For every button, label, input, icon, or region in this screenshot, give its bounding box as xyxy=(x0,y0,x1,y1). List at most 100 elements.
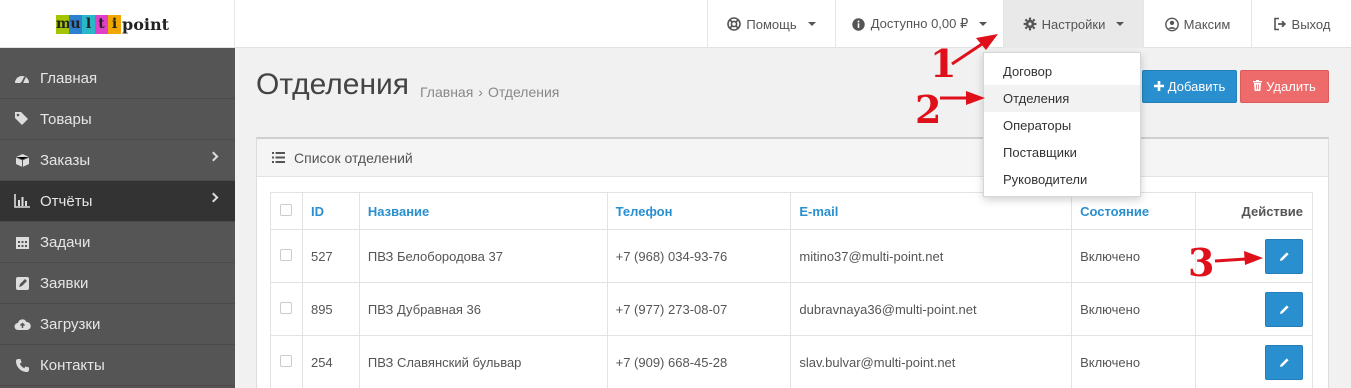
user-name: Максим xyxy=(1183,16,1231,32)
sidebar-item-reports[interactable]: Отчёты xyxy=(0,181,235,222)
help-menu[interactable]: Помощь xyxy=(707,0,835,48)
logo-area[interactable]: m u l t i point xyxy=(0,0,235,48)
top-navbar: m u l t i point Помощь Доступно 0,00 ₽ Н… xyxy=(0,0,1351,48)
column-header-phone[interactable]: Телефон xyxy=(606,192,792,230)
info-icon xyxy=(852,17,866,31)
table-header-row: ID Название Телефон E-mail Состояние Дей… xyxy=(270,192,1313,230)
breadcrumb-home-link[interactable]: Главная xyxy=(420,84,473,100)
cell-status: Включено xyxy=(1071,229,1196,283)
menu-item-branches[interactable]: Отделения xyxy=(984,85,1140,112)
logo-letter: u xyxy=(69,15,82,34)
phone-icon xyxy=(13,357,31,373)
chevron-down-icon xyxy=(807,22,816,26)
plus-icon xyxy=(1153,79,1164,94)
sidebar-item-label: Задачи xyxy=(40,233,91,251)
balance-menu[interactable]: Доступно 0,00 ₽ xyxy=(835,0,1003,48)
sidebar-item-home[interactable]: Главная xyxy=(0,58,235,99)
annotation-number-1: 1 xyxy=(930,41,957,86)
sidebar-item-orders[interactable]: Заказы xyxy=(0,140,235,181)
sidebar-item-products[interactable]: Товары xyxy=(0,99,235,140)
calendar-icon xyxy=(13,234,31,250)
menu-item-operators[interactable]: Операторы xyxy=(984,112,1140,139)
logout-button[interactable]: Выход xyxy=(1251,0,1351,48)
cell-email: dubravnaya36@multi-point.net xyxy=(790,282,1073,336)
column-header-email[interactable]: E-mail xyxy=(790,192,1073,230)
row-checkbox[interactable] xyxy=(280,248,292,261)
cell-phone: +7 (909) 668-45-28 xyxy=(606,335,792,388)
cell-phone: +7 (977) 273-08-07 xyxy=(606,282,792,336)
chevron-down-icon xyxy=(979,22,988,26)
cell-name: ПВЗ Дубравная 36 xyxy=(358,282,608,336)
cell-action xyxy=(1195,282,1313,336)
delete-button[interactable]: Удалить xyxy=(1240,70,1329,103)
cell-email: slav.bulvar@multi-point.net xyxy=(790,335,1073,388)
sidebar-top-gap xyxy=(0,48,235,58)
sidebar-item-label: Главная xyxy=(40,69,98,87)
chevron-right-icon xyxy=(208,192,219,203)
cell-phone: +7 (968) 034-93-76 xyxy=(606,229,792,283)
cell-status: Включено xyxy=(1071,282,1196,336)
column-header-action: Действие xyxy=(1195,192,1313,230)
dashboard-icon xyxy=(13,70,31,86)
trash-icon xyxy=(1253,79,1263,94)
cell-name: ПВЗ Белобородова 37 xyxy=(358,229,608,283)
sidebar-item-label: Заявки xyxy=(40,274,89,292)
breadcrumb: Главная › Отделения xyxy=(420,84,559,100)
logout-label: Выход xyxy=(1291,16,1331,32)
sidebar-item-label: Отчёты xyxy=(40,192,93,210)
gear-icon xyxy=(1023,17,1037,31)
column-header-status[interactable]: Состояние xyxy=(1071,192,1196,230)
sidebar-item-requests[interactable]: Заявки xyxy=(0,263,235,304)
sidebar-item-label: Товары xyxy=(40,110,92,128)
table-row: 527 ПВЗ Белобородова 37 +7 (968) 034-93-… xyxy=(270,229,1313,283)
cell-status: Включено xyxy=(1071,335,1196,388)
sidebar-item-tasks[interactable]: Задачи xyxy=(0,222,235,263)
branches-table: ID Название Телефон E-mail Состояние Дей… xyxy=(270,192,1313,388)
row-checkbox[interactable] xyxy=(280,301,292,314)
pencil-icon xyxy=(1279,251,1289,261)
edit-button[interactable] xyxy=(1265,238,1303,274)
page-title: Отделения xyxy=(256,68,410,101)
settings-menu[interactable]: Настройки xyxy=(1003,0,1143,48)
sidebar-item-contacts[interactable]: Контакты xyxy=(0,345,235,386)
logo[interactable]: m u l t i point xyxy=(56,14,169,34)
row-checkbox-cell xyxy=(270,335,303,388)
logo-letter: m xyxy=(56,15,71,34)
add-button[interactable]: Добавить xyxy=(1142,70,1237,103)
list-icon xyxy=(272,150,285,166)
user-menu[interactable]: Максим xyxy=(1143,0,1251,48)
pencil-icon xyxy=(1279,304,1289,314)
annotation-number-3: 3 xyxy=(1188,240,1215,285)
cell-id: 895 xyxy=(301,282,360,336)
annotation-number-2: 2 xyxy=(915,87,942,132)
panel-header: Список отделений xyxy=(257,139,1328,177)
column-header-name[interactable]: Название xyxy=(358,192,608,230)
sidebar-item-uploads[interactable]: Загрузки xyxy=(0,304,235,345)
select-all-checkbox[interactable] xyxy=(280,203,292,216)
delete-button-label: Удалить xyxy=(1266,79,1316,94)
sidebar-item-label: Контакты xyxy=(40,356,105,374)
add-button-label: Добавить xyxy=(1167,79,1226,94)
panel-title: Список отделений xyxy=(294,149,413,166)
row-checkbox[interactable] xyxy=(280,354,292,367)
menu-item-suppliers[interactable]: Поставщики xyxy=(984,139,1140,166)
edit-button[interactable] xyxy=(1265,344,1303,380)
sidebar: Главная Товары Заказы Отчёты Задачи Заяв… xyxy=(0,58,235,388)
breadcrumb-current: Отделения xyxy=(487,84,560,100)
edit-button[interactable] xyxy=(1265,291,1303,327)
row-checkbox-cell xyxy=(270,282,303,336)
logo-letter: i xyxy=(108,15,121,34)
logo-letter: l xyxy=(82,15,95,34)
settings-label: Настройки xyxy=(1041,16,1106,32)
settings-dropdown: Договор Отделения Операторы Поставщики Р… xyxy=(983,52,1141,197)
menu-item-contract[interactable]: Договор xyxy=(984,58,1140,85)
cloud-upload-icon xyxy=(13,316,31,332)
table-row: 895 ПВЗ Дубравная 36 +7 (977) 273-08-07 … xyxy=(270,282,1313,336)
column-header-id[interactable]: ID xyxy=(301,192,360,230)
annotation-arrow-2 xyxy=(940,91,985,105)
balance-label: Доступно 0,00 ₽ xyxy=(870,16,969,31)
select-all-cell xyxy=(270,192,303,230)
menu-item-managers[interactable]: Руководители xyxy=(984,166,1140,193)
cell-action xyxy=(1195,335,1313,388)
chevron-right-icon xyxy=(208,151,219,162)
